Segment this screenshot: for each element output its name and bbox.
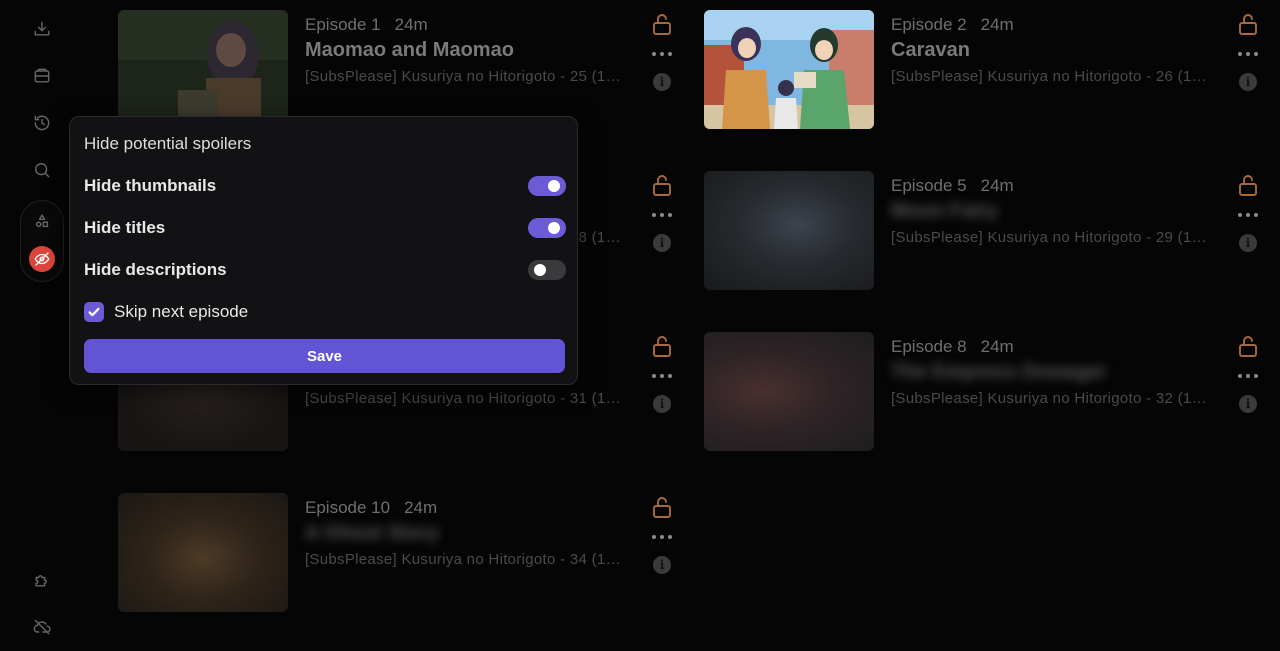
episode-number: Episode 10 — [305, 498, 391, 517]
toggle-knob — [548, 180, 560, 192]
episode-description: [SubsPlease] Kusuriya no Hitorigoto - 26… — [891, 68, 1213, 85]
info-icon[interactable]: i — [1239, 395, 1257, 413]
episode-card[interactable]: Episode 2 24m Caravan [SubsPlease] Kusuri… — [704, 10, 1276, 130]
episode-thumbnail[interactable] — [704, 10, 874, 129]
option-label: Hide descriptions — [84, 260, 227, 279]
info-icon[interactable]: i — [653, 73, 671, 91]
unlock-icon[interactable] — [651, 334, 673, 358]
option-label: Hide thumbnails — [84, 176, 217, 195]
unlock-icon[interactable] — [1237, 334, 1259, 358]
unlock-icon[interactable] — [651, 173, 673, 197]
info-icon[interactable]: i — [653, 395, 671, 413]
save-button[interactable]: Save — [84, 339, 565, 373]
skip-next-row: Skip next episode — [84, 302, 248, 322]
cloud-off-icon[interactable] — [29, 614, 55, 640]
episode-thumbnail[interactable] — [118, 10, 288, 129]
episode-card[interactable]: Episode 1 24m Maomao and Maomao [SubsPlea… — [118, 10, 690, 130]
episode-title: Caravan — [891, 39, 970, 61]
episode-title: Maomao and Maomao — [305, 39, 514, 61]
eye-off-icon[interactable] — [29, 246, 55, 272]
skip-next-checkbox[interactable] — [84, 302, 104, 322]
episode-description: [SubsPlease] Kusuriya no Hitorigoto - 29… — [891, 229, 1213, 246]
episode-title: A Ghost Story — [305, 522, 439, 544]
episode-duration: 24m — [980, 176, 1014, 195]
more-options-icon[interactable] — [1238, 48, 1258, 60]
episode-thumbnail[interactable] — [704, 171, 874, 290]
episode-number: Episode 5 — [891, 176, 967, 195]
more-options-icon[interactable] — [652, 370, 672, 382]
episode-thumbnail[interactable] — [704, 332, 874, 451]
episode-description: [SubsPlease] Kusuriya no Hitorigoto - 32… — [891, 390, 1213, 407]
episode-title: Moon Fairy — [891, 200, 998, 222]
search-icon[interactable] — [29, 157, 55, 183]
checkmark-icon — [88, 307, 100, 317]
skip-next-label: Skip next episode — [114, 302, 249, 321]
unlock-icon[interactable] — [651, 12, 673, 36]
episode-header: Episode 2 24m — [891, 15, 1014, 35]
episode-number: Episode 2 — [891, 15, 967, 34]
episode-duration: 24m — [404, 498, 438, 517]
toggle-knob — [548, 222, 560, 234]
app-root: Episode 1 24m Maomao and Maomao [SubsPlea… — [0, 0, 1280, 651]
more-options-icon[interactable] — [1238, 209, 1258, 221]
more-options-icon[interactable] — [1238, 370, 1258, 382]
episode-duration: 24m — [980, 337, 1014, 356]
episode-thumbnail[interactable] — [118, 493, 288, 612]
library-icon[interactable] — [29, 63, 55, 89]
episode-description: [SubsPlease] Kusuriya no Hitorigoto - 34… — [305, 551, 627, 568]
unlock-icon[interactable] — [1237, 12, 1259, 36]
history-icon[interactable] — [29, 110, 55, 136]
episode-card[interactable]: Episode 8 24m The Empress Dowager [SubsPl… — [704, 332, 1276, 452]
more-options-icon[interactable] — [652, 531, 672, 543]
popup-title: Hide potential spoilers — [84, 134, 252, 153]
episode-header: Episode 1 24m — [305, 15, 428, 35]
more-options-icon[interactable] — [652, 209, 672, 221]
option-hide-descriptions: Hide descriptions — [84, 258, 566, 282]
spoiler-settings-popup: Hide potential spoilers Hide thumbnails … — [69, 116, 578, 385]
episode-number: Episode 1 — [305, 15, 381, 34]
episode-header: Episode 8 24m — [891, 337, 1014, 357]
episode-card[interactable]: Episode 5 24m Moon Fairy [SubsPlease] Kus… — [704, 171, 1276, 291]
info-icon[interactable]: i — [653, 234, 671, 252]
info-icon[interactable]: i — [653, 556, 671, 574]
unlock-icon[interactable] — [1237, 173, 1259, 197]
episode-header: Episode 10 24m — [305, 498, 437, 518]
episode-title: The Empress Dowager — [891, 361, 1107, 383]
option-label: Hide titles — [84, 218, 166, 237]
shapes-icon[interactable] — [29, 208, 55, 234]
download-icon[interactable] — [29, 16, 55, 42]
info-icon[interactable]: i — [1239, 234, 1257, 252]
info-icon[interactable]: i — [1239, 73, 1257, 91]
episode-description: [SubsPlease] Kusuriya no Hitorigoto - 25… — [305, 68, 627, 85]
hide-titles-toggle[interactable] — [528, 218, 566, 238]
episode-number: Episode 8 — [891, 337, 967, 356]
hide-descriptions-toggle[interactable] — [528, 260, 566, 280]
episode-duration: 24m — [394, 15, 428, 34]
toggle-knob — [534, 264, 546, 276]
episode-header: Episode 5 24m — [891, 176, 1014, 196]
episode-description: [SubsPlease] Kusuriya no Hitorigoto - 31… — [305, 390, 627, 407]
unlock-icon[interactable] — [651, 495, 673, 519]
episode-card[interactable]: Episode 10 24m A Ghost Story [SubsPlease]… — [118, 493, 690, 613]
option-hide-titles: Hide titles — [84, 216, 566, 240]
more-options-icon[interactable] — [652, 48, 672, 60]
extension-icon[interactable] — [29, 567, 55, 593]
episode-duration: 24m — [980, 15, 1014, 34]
hide-thumbnails-toggle[interactable] — [528, 176, 566, 196]
option-hide-thumbnails: Hide thumbnails — [84, 174, 566, 198]
